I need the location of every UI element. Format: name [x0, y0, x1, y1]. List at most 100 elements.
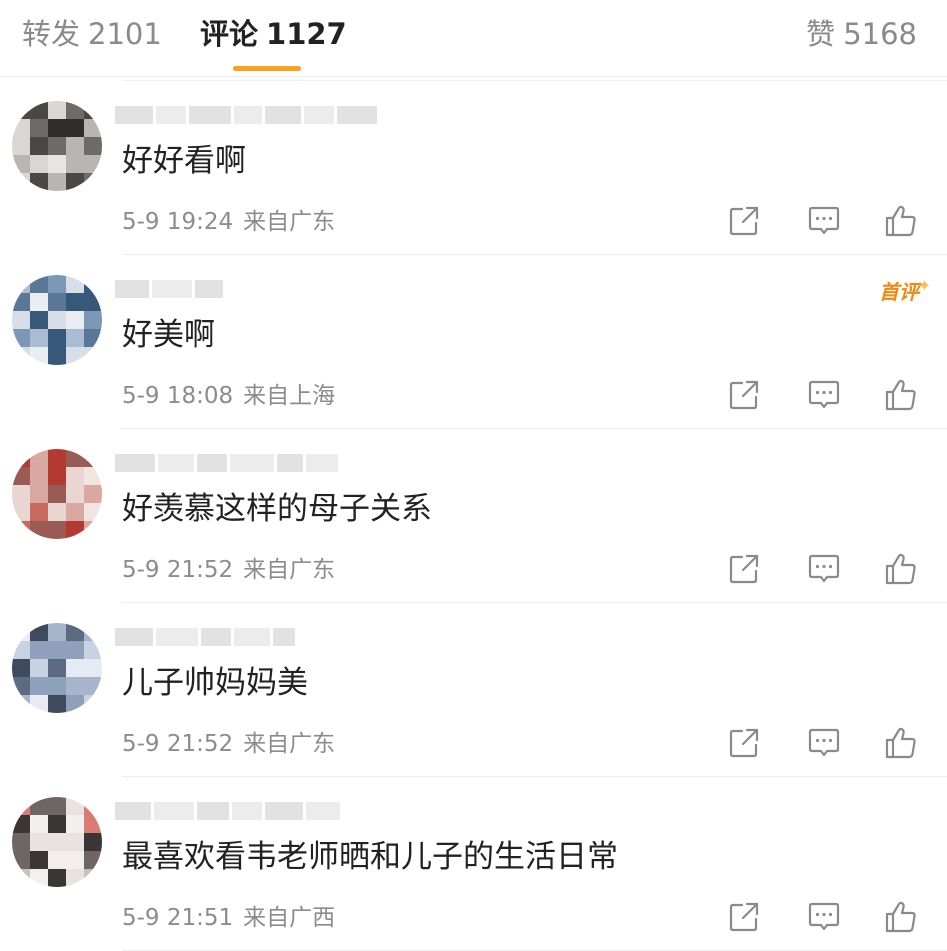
tab-likes[interactable]: 赞 5168	[806, 14, 917, 54]
header-divider	[0, 76, 947, 77]
share-button[interactable]	[726, 725, 762, 761]
tab-comments-count: 1127	[266, 17, 347, 51]
username-blurred[interactable]	[115, 275, 226, 303]
comment-icon	[806, 725, 842, 761]
comment-text: 最喜欢看韦老师晒和儿子的生活日常	[122, 839, 618, 875]
username-mosaic-block	[115, 628, 153, 646]
comment-text: 儿子帅妈妈美	[122, 665, 308, 701]
username-mosaic-block	[115, 454, 155, 472]
avatar[interactable]	[12, 101, 102, 191]
username-mosaic-block	[232, 802, 262, 820]
comment-icon	[806, 551, 842, 587]
comment-text: 好美啊	[122, 317, 215, 353]
like-button[interactable]	[883, 725, 919, 761]
username-mosaic-block	[337, 106, 377, 124]
username-mosaic-block	[197, 454, 227, 472]
reply-button[interactable]	[806, 551, 842, 587]
thumbs-up-icon	[883, 377, 919, 413]
username-mosaic-block	[197, 802, 229, 820]
comment-actions	[726, 899, 926, 939]
comment-location: 来自广西	[243, 905, 336, 931]
username-mosaic-block	[306, 454, 338, 472]
username-blurred[interactable]	[115, 101, 380, 129]
comment-location: 来自广东	[243, 209, 336, 235]
share-icon	[726, 551, 762, 587]
reply-button[interactable]	[806, 203, 842, 239]
comment-meta: 5-9 21:52 来自广东	[122, 729, 335, 759]
share-button[interactable]	[726, 377, 762, 413]
like-button[interactable]	[883, 899, 919, 935]
username-blurred[interactable]	[115, 623, 298, 651]
comment-text: 好羡慕这样的母子关系	[122, 491, 432, 527]
comment-time: 5-9 21:51	[122, 905, 234, 931]
comment-text: 好好看啊	[122, 143, 246, 179]
tab-comments[interactable]: 评论 1127	[200, 14, 347, 54]
comment-item[interactable]: 好美啊 5-9 18:08 来自上海 首评 ✦	[0, 255, 947, 429]
username-mosaic-block	[265, 106, 301, 124]
username-mosaic-block	[234, 628, 270, 646]
comment-list: 好好看啊 5-9 19:24 来自广东好美啊 5-9 18:08 来自上海 首评 ✦ 好羡慕这…	[0, 81, 947, 951]
comment-actions	[726, 551, 926, 591]
comment-actions	[726, 377, 926, 417]
comment-item[interactable]: 好羡慕这样的母子关系 5-9 21:52 来自广东	[0, 429, 947, 603]
share-icon	[726, 377, 762, 413]
avatar[interactable]	[12, 275, 102, 365]
avatar[interactable]	[12, 623, 102, 713]
comment-icon	[806, 203, 842, 239]
comment-location: 来自上海	[243, 383, 336, 409]
username-mosaic-block	[230, 454, 274, 472]
username-mosaic-block	[195, 280, 223, 298]
share-icon	[726, 203, 762, 239]
tab-bar: 转发 2101 评论 1127 赞 5168	[0, 0, 947, 76]
username-mosaic-block	[152, 280, 192, 298]
sparkle-icon: ✦	[917, 276, 931, 295]
username-blurred[interactable]	[115, 449, 341, 477]
like-button[interactable]	[883, 551, 919, 587]
username-mosaic-block	[189, 106, 231, 124]
like-button[interactable]	[883, 377, 919, 413]
tab-repost[interactable]: 转发 2101	[22, 14, 162, 54]
comment-meta: 5-9 18:08 来自上海	[122, 381, 335, 411]
tab-likes-label: 赞	[806, 17, 836, 51]
username-mosaic-block	[115, 280, 149, 298]
comment-item[interactable]: 最喜欢看韦老师晒和儿子的生活日常 5-9 21:51 来自广西	[0, 777, 947, 951]
comment-meta: 5-9 19:24 来自广东	[122, 207, 335, 237]
comment-icon	[806, 899, 842, 935]
comment-time: 5-9 21:52	[122, 731, 234, 757]
first-comment-badge: 首评 ✦	[879, 276, 931, 307]
first-comment-badge-label: 首评	[879, 280, 919, 304]
username-mosaic-block	[158, 454, 194, 472]
username-mosaic-block	[306, 802, 340, 820]
comment-actions	[726, 203, 926, 243]
reply-button[interactable]	[806, 899, 842, 935]
tab-likes-count: 5168	[843, 17, 917, 51]
comment-location: 来自广东	[243, 557, 336, 583]
username-mosaic-block	[154, 802, 194, 820]
username-mosaic-block	[115, 106, 153, 124]
username-mosaic-block	[265, 802, 303, 820]
share-button[interactable]	[726, 899, 762, 935]
avatar[interactable]	[12, 449, 102, 539]
username-mosaic-block	[304, 106, 334, 124]
username-mosaic-block	[277, 454, 303, 472]
comment-location: 来自广东	[243, 731, 336, 757]
comment-actions	[726, 725, 926, 765]
tab-comments-label: 评论	[200, 17, 259, 51]
like-button[interactable]	[883, 203, 919, 239]
share-button[interactable]	[726, 551, 762, 587]
tab-repost-count: 2101	[88, 17, 162, 51]
comment-icon	[806, 377, 842, 413]
avatar[interactable]	[12, 797, 102, 887]
comment-item[interactable]: 好好看啊 5-9 19:24 来自广东	[0, 81, 947, 255]
share-button[interactable]	[726, 203, 762, 239]
thumbs-up-icon	[883, 203, 919, 239]
comment-meta: 5-9 21:51 来自广西	[122, 903, 335, 933]
reply-button[interactable]	[806, 377, 842, 413]
comment-time: 5-9 18:08	[122, 383, 234, 409]
thumbs-up-icon	[883, 551, 919, 587]
comment-item[interactable]: 儿子帅妈妈美 5-9 21:52 来自广东	[0, 603, 947, 777]
comment-time: 5-9 21:52	[122, 557, 234, 583]
reply-button[interactable]	[806, 725, 842, 761]
username-blurred[interactable]	[115, 797, 343, 825]
username-mosaic-block	[201, 628, 231, 646]
